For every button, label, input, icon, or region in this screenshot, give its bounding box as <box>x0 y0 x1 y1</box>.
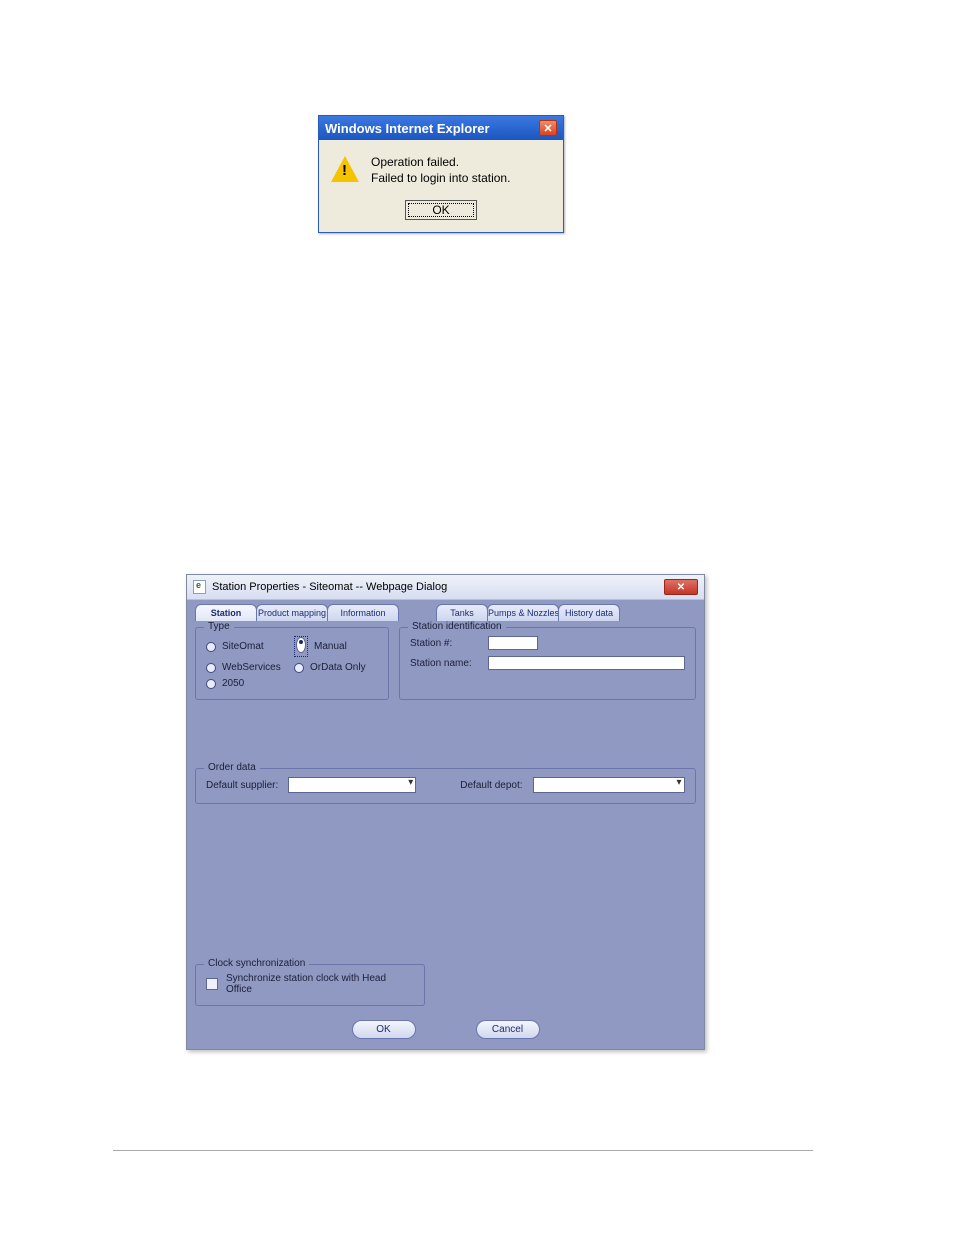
tab-product-mapping[interactable]: Product mapping <box>256 604 328 621</box>
station-properties-dialog: Station Properties - Siteomat -- Webpage… <box>186 574 705 1050</box>
type-group: Type SiteOmat Manual WebServices OrData … <box>195 627 389 700</box>
sync-checkbox[interactable] <box>206 978 218 990</box>
station-number-label: Station #: <box>410 638 480 649</box>
tab-strip: Station Product mapping Information Tank… <box>195 604 696 621</box>
tab-label: Information <box>340 608 385 618</box>
radio-label: Manual <box>314 641 347 652</box>
ident-legend: Station identification <box>408 621 506 632</box>
ie-msg-line1: Operation failed. <box>371 154 510 170</box>
page-divider <box>113 1150 813 1151</box>
cancel-button[interactable]: Cancel <box>476 1020 540 1039</box>
spacer <box>191 814 700 964</box>
warning-icon <box>331 156 359 182</box>
ie-msg-line2: Failed to login into station. <box>371 170 510 186</box>
tab-information[interactable]: Information <box>327 604 399 621</box>
radio-icon <box>206 679 216 689</box>
radio-icon <box>296 637 306 653</box>
tab-label: Product mapping <box>258 608 326 618</box>
close-glyph: ✕ <box>677 582 685 593</box>
ok-button[interactable]: OK <box>352 1020 416 1039</box>
close-icon[interactable]: ✕ <box>539 120 557 136</box>
close-glyph: ✕ <box>543 122 552 135</box>
radio-ordata[interactable]: OrData Only <box>294 662 378 673</box>
tab-station[interactable]: Station <box>195 604 257 621</box>
station-name-label: Station name: <box>410 658 480 669</box>
radio-label: 2050 <box>222 678 244 689</box>
default-depot-select[interactable] <box>533 777 685 793</box>
ok-button[interactable]: OK <box>405 200 477 220</box>
ie-titlebar[interactable]: Windows Internet Explorer ✕ <box>319 116 563 140</box>
dialog-footer: OK Cancel <box>191 1020 700 1039</box>
radio-webservices[interactable]: WebServices <box>206 662 290 673</box>
radio-focus-box <box>294 636 308 657</box>
radio-icon <box>206 663 216 673</box>
sp-body: Station Product mapping Information Tank… <box>187 600 704 1049</box>
station-identification-group: Station identification Station #: Statio… <box>399 627 696 700</box>
radio-icon <box>294 663 304 673</box>
order-data-group: Order data Default supplier: Default dep… <box>195 768 696 804</box>
spacer <box>191 710 700 768</box>
radio-manual[interactable]: Manual <box>294 636 378 657</box>
tab-label: Station <box>211 608 242 618</box>
default-depot-label: Default depot: <box>460 780 522 791</box>
radio-icon <box>206 642 216 652</box>
tab-label: Pumps & Nozzles <box>488 608 559 618</box>
tab-pumps-nozzles[interactable]: Pumps & Nozzles <box>487 604 559 621</box>
default-supplier-select[interactable] <box>288 777 416 793</box>
radio-label: OrData Only <box>310 662 366 673</box>
station-number-input[interactable] <box>488 636 538 650</box>
radio-label: WebServices <box>222 662 281 673</box>
close-button[interactable]: ✕ <box>664 579 698 595</box>
ie-message: Operation failed. Failed to login into s… <box>371 154 510 186</box>
tab-label: History data <box>565 608 613 618</box>
order-legend: Order data <box>204 762 260 773</box>
radio-label: SiteOmat <box>222 641 264 652</box>
type-legend: Type <box>204 621 234 632</box>
radio-siteomat[interactable]: SiteOmat <box>206 636 290 657</box>
clock-sync-group: Clock synchronization Synchronize statio… <box>195 964 425 1006</box>
tab-label: Tanks <box>450 608 474 618</box>
sp-title-text: Station Properties - Siteomat -- Webpage… <box>212 581 447 593</box>
sp-titlebar[interactable]: Station Properties - Siteomat -- Webpage… <box>187 575 704 600</box>
clock-legend: Clock synchronization <box>204 958 309 969</box>
default-supplier-label: Default supplier: <box>206 780 278 791</box>
tab-tanks[interactable]: Tanks <box>436 604 488 621</box>
page-icon <box>193 580 206 594</box>
ie-title-text: Windows Internet Explorer <box>325 121 490 136</box>
station-name-input[interactable] <box>488 656 685 670</box>
sync-label: Synchronize station clock with Head Offi… <box>226 973 414 995</box>
ie-error-dialog: Windows Internet Explorer ✕ Operation fa… <box>318 115 564 233</box>
tab-history-data[interactable]: History data <box>558 604 620 621</box>
ie-body: Operation failed. Failed to login into s… <box>319 140 563 232</box>
radio-2050[interactable]: 2050 <box>206 678 290 689</box>
